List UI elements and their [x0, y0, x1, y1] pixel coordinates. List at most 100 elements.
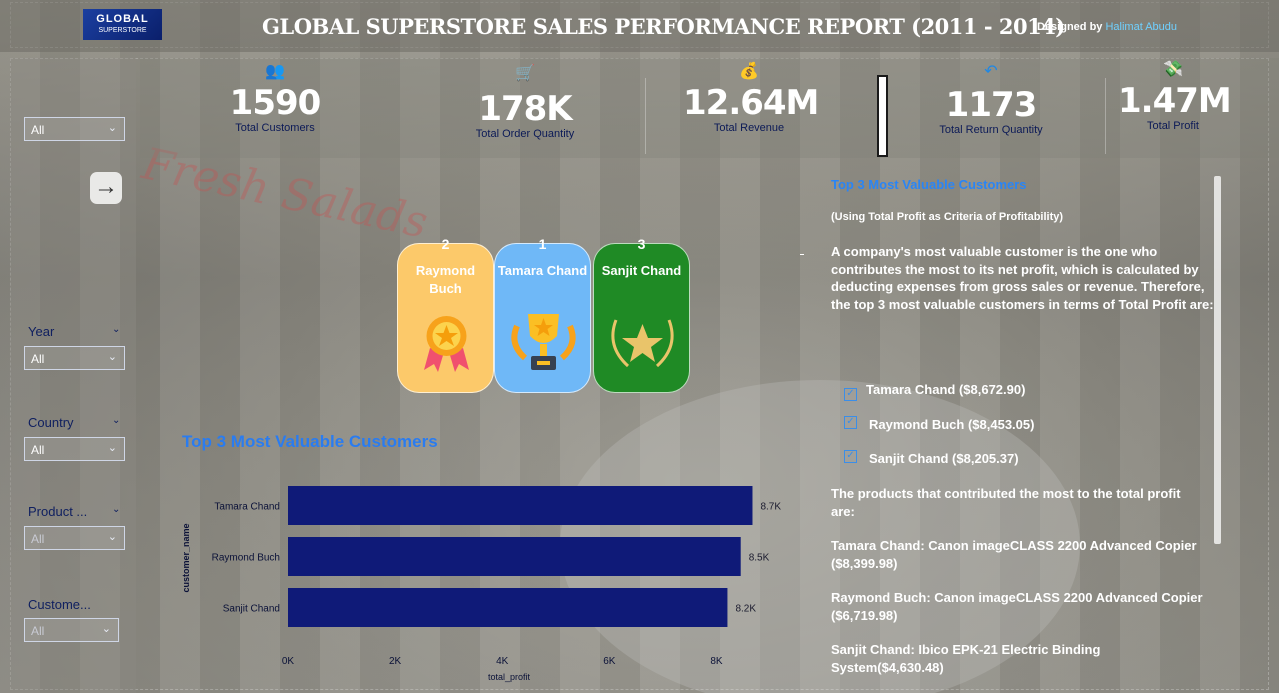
cart-icon: 🛒 — [515, 65, 535, 82]
x-tick-label: 2K — [389, 656, 402, 667]
badge-name: Tamara Chand — [497, 263, 588, 278]
global-superstore-logo: GLOBAL SUPERSTORE — [83, 9, 162, 40]
designed-by-label: Designed by — [1037, 21, 1103, 33]
country-dropdown-value: All — [31, 443, 45, 457]
panel-subtitle: (Using Total Profit as Criteria of Profi… — [831, 211, 1064, 223]
panel-title: Top 3 Most Valuable Customers — [831, 177, 1027, 192]
kpi-total-return-quantity: ↶ 1173 Total Return Quantity — [925, 60, 1057, 136]
top-filter-value: All — [31, 123, 45, 137]
report-header: GLOBAL SUPERSTORE GLOBAL SUPERSTORE SALE… — [0, 0, 1279, 52]
year-slicer-label: Year — [28, 324, 55, 339]
kpi-value: 12.64M — [683, 83, 819, 123]
customer-dropdown-value: All — [31, 624, 45, 638]
x-tick-label: 6K — [603, 656, 616, 667]
checkbox-icon: ✓ — [844, 388, 857, 401]
navigate-arrow-button[interactable]: → — [90, 172, 122, 204]
chevron-down-icon[interactable]: ⌄ — [112, 415, 120, 426]
data-label: 8.5K — [749, 553, 770, 564]
kpi-label: Total Profit — [1147, 120, 1199, 132]
kpi-separator — [645, 78, 646, 154]
product-item: Tamara Chand: Canon imageCLASS 2200 Adva… — [831, 538, 1197, 571]
kpi-label: Total Customers — [235, 122, 315, 134]
year-dropdown-value: All — [31, 352, 45, 366]
money-icon: 💰 — [739, 63, 759, 80]
profit-icon: 💸 — [1163, 61, 1183, 78]
badge-rank: 2 — [441, 236, 450, 252]
logo-sub-text: SUPERSTORE — [98, 27, 147, 34]
chart-title: Top 3 Most Valuable Customers — [182, 432, 438, 451]
decorative-dash — [800, 254, 804, 255]
kpi-divider-bar — [877, 75, 888, 157]
chevron-down-icon: ⌄ — [107, 351, 117, 363]
report-title: GLOBAL SUPERSTORE SALES PERFORMANCE REPO… — [262, 14, 1065, 39]
bar — [288, 537, 741, 576]
logo-main-text: GLOBAL — [96, 13, 149, 25]
kpi-total-order-quantity: 🛒 178K Total Order Quantity — [460, 62, 590, 140]
chevron-down-icon[interactable]: ⌄ — [112, 324, 120, 335]
product-slicer-label: Product ... — [28, 504, 88, 519]
x-axis-label: total_profit — [488, 672, 531, 682]
badge-name: Sanjit Chand — [601, 263, 682, 278]
kpi-total-profit: 💸 1.47M Total Profit — [1118, 58, 1232, 132]
badge-name: Raymond Buch — [415, 263, 476, 296]
y-axis-label: customer_name — [181, 523, 191, 592]
kpi-label: Total Return Quantity — [939, 124, 1043, 136]
kpi-separator — [1105, 78, 1106, 154]
y-tick-label: Tamara Chand — [214, 502, 280, 513]
designed-by: Designed by Halimat Abudu — [1037, 21, 1177, 33]
arrow-right-icon: → — [94, 173, 118, 200]
return-icon: ↶ — [984, 63, 998, 80]
panel-intro: A company's most valuable customer is th… — [831, 244, 1214, 312]
top-filter-dropdown[interactable]: All ⌄ — [24, 117, 125, 141]
product-dropdown[interactable]: All ⌄ — [24, 526, 125, 550]
x-tick-label: 0K — [282, 656, 295, 667]
star-wreath-icon — [594, 306, 689, 378]
chevron-down-icon: ⌄ — [107, 531, 117, 543]
kpi-value: 1173 — [945, 85, 1038, 125]
chevron-down-icon: ⌄ — [101, 623, 111, 635]
author-name: Halimat Abudu — [1105, 21, 1178, 33]
checklist-item: Raymond Buch ($8,453.05) — [869, 417, 1035, 432]
country-dropdown[interactable]: All ⌄ — [24, 437, 125, 461]
products-intro: The products that contributed the most t… — [831, 486, 1181, 519]
checkbox-icon: ✓ — [844, 416, 857, 429]
chevron-down-icon: ⌄ — [107, 442, 117, 454]
checkbox-icon: ✓ — [844, 450, 857, 463]
kpi-label: Total Order Quantity — [475, 128, 575, 140]
medal-icon — [398, 306, 493, 378]
y-tick-label: Sanjit Chand — [223, 604, 280, 615]
kpi-total-customers: 👥 1590 Total Customers — [220, 60, 330, 134]
product-dropdown-value: All — [31, 532, 45, 546]
kpi-value: 1.47M — [1118, 81, 1232, 121]
users-icon: 👥 — [265, 63, 285, 80]
data-label: 8.7K — [760, 502, 781, 513]
x-tick-label: 4K — [496, 656, 509, 667]
kpi-value: 1590 — [229, 83, 322, 123]
checklist-item: Tamara Chand ($8,672.90) — [866, 382, 1026, 397]
badge-rank-3: 3 Sanjit Chand — [593, 236, 690, 393]
checklist-item: Sanjit Chand ($8,205.37) — [869, 451, 1019, 466]
customer-slicer-label: Custome... — [28, 597, 91, 612]
chevron-down-icon: ⌄ — [107, 122, 117, 134]
badge-rank-1: 1 Tamara Chand — [494, 236, 591, 393]
bar — [288, 486, 753, 525]
chevron-down-icon[interactable]: ⌄ — [112, 504, 120, 515]
kpi-total-revenue: 💰 12.64M Total Revenue — [683, 60, 819, 134]
badge-rank: 3 — [637, 236, 646, 252]
x-tick-label: 8K — [710, 656, 723, 667]
profit-bar-chart: Tamara Chand 8.7K Raymond Buch 8.5K Sanjit C… — [181, 486, 781, 682]
customer-dropdown[interactable]: All ⌄ — [24, 618, 119, 642]
country-slicer-label: Country — [28, 415, 74, 430]
panel-scrollbar[interactable] — [1214, 176, 1221, 544]
y-tick-label: Raymond Buch — [212, 553, 280, 564]
badge-rank: 1 — [538, 236, 547, 252]
kpi-label: Total Revenue — [713, 122, 785, 134]
data-label: 8.2K — [735, 604, 756, 615]
year-dropdown[interactable]: All ⌄ — [24, 346, 125, 370]
badge-rank-2: 2 Raymond Buch — [397, 236, 494, 393]
kpi-value: 178K — [478, 89, 572, 129]
trophy-icon — [495, 306, 590, 378]
product-item: Raymond Buch: Canon imageCLASS 2200 Adva… — [831, 590, 1203, 623]
product-item: Sanjit Chand: Ibico EPK-21 Electric Bind… — [831, 642, 1101, 675]
bar — [288, 588, 728, 627]
